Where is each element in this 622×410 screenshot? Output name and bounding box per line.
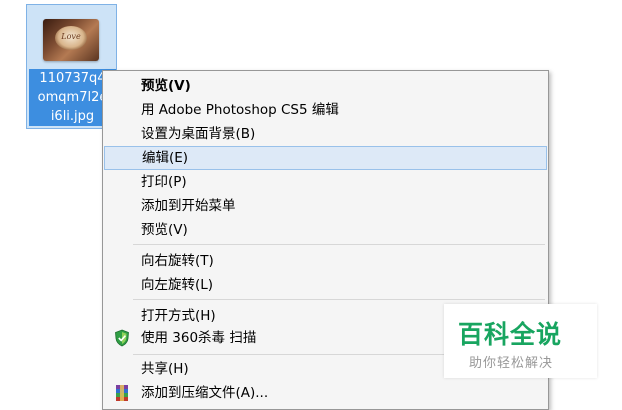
menu-item-label: 预览(V) [141, 222, 188, 238]
menu-item-label: 打开方式(H) [141, 308, 216, 324]
menu-item-set-desktop-background[interactable]: 设置为桌面背景(B) [105, 122, 546, 146]
menu-separator [133, 299, 545, 300]
menu-item-preview[interactable]: 预览(V) [105, 218, 546, 242]
menu-item-label: 添加到开始菜单 [141, 198, 236, 214]
watermark-subtitle: 助你轻松解决 [469, 356, 554, 371]
menu-item-label: 编辑(E) [142, 150, 189, 166]
menu-item-label: 预览(V) [141, 78, 191, 94]
desktop[interactable]: Love 110737q4 omqm7l2e i6li.jpg 预览(V) 用 … [0, 0, 622, 410]
menu-item-label: 使用 360杀毒 扫描 [141, 330, 257, 346]
menu-separator [133, 244, 545, 245]
menu-item-edit-photoshop[interactable]: 用 Adobe Photoshop CS5 编辑 [105, 98, 546, 122]
image-thumbnail: Love [43, 19, 99, 61]
menu-item-label: 向左旋转(L) [141, 277, 214, 293]
watermark-logo: 百科全说 助你轻松解决 [444, 304, 597, 378]
shield-icon [113, 329, 131, 347]
menu-item-add-to-start-menu[interactable]: 添加到开始菜单 [105, 194, 546, 218]
menu-item-edit[interactable]: 编辑(E) [104, 146, 547, 170]
menu-item-add-to-archive[interactable]: 添加到压缩文件(A)... [105, 381, 546, 405]
winrar-icon [113, 384, 131, 402]
latte-art-text: Love [61, 32, 81, 41]
watermark-title: 百科全说 [458, 320, 563, 349]
menu-item-rotate-left[interactable]: 向左旋转(L) [105, 273, 546, 297]
menu-item-preview-default[interactable]: 预览(V) [105, 74, 546, 98]
menu-item-label: 打印(P) [141, 174, 187, 190]
menu-item-label: 设置为桌面背景(B) [141, 126, 256, 142]
menu-item-label: 向右旋转(T) [141, 253, 214, 269]
menu-item-print[interactable]: 打印(P) [105, 170, 546, 194]
menu-item-rotate-right[interactable]: 向右旋转(T) [105, 249, 546, 273]
menu-item-label: 用 Adobe Photoshop CS5 编辑 [141, 102, 339, 118]
menu-item-label: 共享(H) [141, 361, 189, 377]
menu-item-label: 添加到压缩文件(A)... [141, 385, 269, 401]
